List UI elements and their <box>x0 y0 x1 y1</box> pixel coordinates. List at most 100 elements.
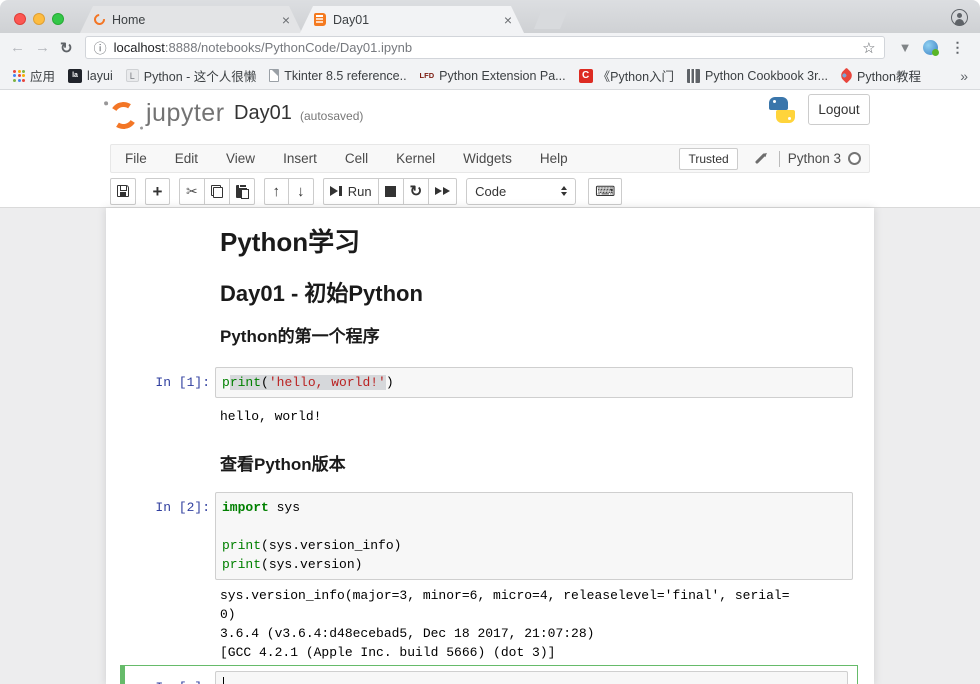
output-text: sys.version_info(major=3, minor=6, micro… <box>220 586 874 605</box>
save-icon <box>117 185 129 197</box>
command-palette-button[interactable]: ⌨ <box>588 178 622 205</box>
markdown-heading4[interactable]: 查看Python版本 <box>220 454 874 476</box>
bookmark-cookbook[interactable]: Python Cookbook 3r... <box>687 69 828 83</box>
jupyter-header: jupyter Day01 (autosaved) Logout <box>0 90 980 143</box>
code-cell-1[interactable]: In [1]: print('hello, world!') <box>106 367 874 398</box>
bookmark-label: Tkinter 8.5 reference.. <box>284 69 406 83</box>
apps-grid-icon <box>13 70 25 82</box>
jupyter-logo-icon[interactable] <box>107 99 139 131</box>
code-token: ) <box>386 375 394 390</box>
arrow-up-icon: ↑ <box>272 183 280 200</box>
tab-day01[interactable]: Day01 × <box>300 6 524 33</box>
close-tab-icon[interactable]: × <box>280 12 292 28</box>
add-cell-button[interactable]: + <box>145 178 170 205</box>
menu-insert[interactable]: Insert <box>269 151 331 166</box>
menu-cell[interactable]: Cell <box>331 151 382 166</box>
input-prompt: In [ ]: <box>125 671 215 684</box>
input-prompt: In [2]: <box>106 492 215 517</box>
move-cell-down-button[interactable]: ↓ <box>289 178 314 205</box>
markdown-heading3[interactable]: Python的第一个程序 <box>220 326 874 348</box>
extension-globe-icon[interactable] <box>923 40 938 55</box>
code-token: sys <box>269 500 300 515</box>
zoom-window-button[interactable] <box>52 13 64 25</box>
cookbook-icon <box>687 69 700 83</box>
step-forward-icon <box>330 186 338 196</box>
url-host: localhost <box>114 40 165 55</box>
code-input-area[interactable]: print('hello, world!') <box>215 367 853 398</box>
code-cell-3-selected[interactable]: In [ ]: <box>120 665 858 684</box>
code-token: (sys.version) <box>261 557 362 572</box>
fast-forward-icon <box>435 187 450 195</box>
bookmark-star-icon[interactable]: ☆ <box>862 39 875 57</box>
bookmark-python-lazy[interactable]: L Python - 这个人很懒 <box>126 66 257 85</box>
tab-home-title: Home <box>112 13 280 27</box>
minimize-window-button[interactable] <box>33 13 45 25</box>
bookmark-python-tutorial[interactable]: Python教程 <box>841 66 921 85</box>
markdown-heading1[interactable]: Python学习 <box>220 225 874 259</box>
run-cell-button[interactable]: Run <box>323 178 379 205</box>
bookmark-extension[interactable]: LFD Python Extension Pa... <box>420 69 566 83</box>
save-button[interactable] <box>110 178 136 205</box>
bookmark-tkinter[interactable]: Tkinter 8.5 reference.. <box>269 69 406 83</box>
notebook-container: Python学习 Day01 - 初始Python Python的第一个程序 I… <box>0 207 980 684</box>
page-icon <box>269 69 279 82</box>
bookmark-label: 应用 <box>30 66 55 85</box>
reload-icon[interactable]: ↻ <box>60 39 73 57</box>
trusted-button[interactable]: Trusted <box>679 148 737 170</box>
code-token-selected: rint <box>230 375 261 390</box>
bookmark-python-intro[interactable]: C 《Python入门 <box>579 66 674 85</box>
menu-view[interactable]: View <box>212 151 269 166</box>
lfd-icon: LFD <box>420 71 435 80</box>
move-cell-up-button[interactable]: ↑ <box>264 178 289 205</box>
browser-window: Home × Day01 × ← → ↻ ⓘ localhost :8888/n… <box>0 0 980 684</box>
cell-type-select[interactable]: Code <box>466 178 576 205</box>
close-tab-icon[interactable]: × <box>502 12 514 28</box>
notebook-menubar: File Edit View Insert Cell Kernel Widget… <box>110 144 870 173</box>
restart-kernel-button[interactable]: ↻ <box>404 178 430 205</box>
bookmark-label: Python教程 <box>857 66 921 85</box>
copy-cell-button[interactable] <box>205 178 230 205</box>
layui-icon: la <box>68 69 82 83</box>
tab-home[interactable]: Home × <box>80 6 302 33</box>
restart-run-all-button[interactable] <box>429 178 457 205</box>
close-window-button[interactable] <box>14 13 26 25</box>
forward-icon[interactable]: → <box>35 39 50 56</box>
bookmark-label: 《Python入门 <box>598 66 674 85</box>
code-keyword: import <box>222 500 269 515</box>
bookmark-label: Python Cookbook 3r... <box>705 69 828 83</box>
url-bar[interactable]: ⓘ localhost :8888/notebooks/PythonCode/D… <box>85 36 885 59</box>
markdown-heading2[interactable]: Day01 - 初始Python <box>220 280 874 308</box>
notebook-favicon <box>314 13 326 26</box>
jupyter-brand[interactable]: jupyter <box>146 99 225 128</box>
bookmarks-overflow-icon[interactable]: » <box>960 68 968 84</box>
output-text: 0) <box>220 605 874 624</box>
rocket-icon <box>839 68 855 84</box>
bookmark-apps[interactable]: 应用 <box>13 66 55 85</box>
site-info-icon[interactable]: ⓘ <box>94 38 107 57</box>
menu-file[interactable]: File <box>111 151 161 166</box>
keyboard-icon: ⌨ <box>595 183 615 200</box>
code-input-area[interactable] <box>215 671 848 684</box>
csdn-icon: C <box>579 69 593 83</box>
new-tab-button[interactable] <box>534 9 568 29</box>
profile-icon[interactable] <box>951 9 968 26</box>
extension-v-icon[interactable]: ▼ <box>899 40 912 55</box>
chrome-menu-icon[interactable]: ⋮ <box>950 39 964 56</box>
menu-widgets[interactable]: Widgets <box>449 151 526 166</box>
code-cell-2[interactable]: In [2]: import sys print(sys.version_inf… <box>106 492 874 580</box>
text-cursor <box>223 677 224 684</box>
logout-button[interactable]: Logout <box>808 94 870 125</box>
paste-cell-button[interactable] <box>230 178 255 205</box>
code-input-area[interactable]: import sys print(sys.version_info) print… <box>215 492 853 580</box>
notebook-title[interactable]: Day01 <box>234 102 292 125</box>
cut-cell-button[interactable]: ✂ <box>179 178 205 205</box>
tab-day01-title: Day01 <box>333 13 502 27</box>
menu-edit[interactable]: Edit <box>161 151 212 166</box>
menu-help[interactable]: Help <box>526 151 582 166</box>
step-forward-icon <box>339 186 342 196</box>
menu-kernel[interactable]: Kernel <box>382 151 449 166</box>
interrupt-kernel-button[interactable] <box>379 178 404 205</box>
edit-title-pencil-icon[interactable] <box>755 153 766 164</box>
bookmark-layui[interactable]: la layui <box>68 69 113 83</box>
back-icon[interactable]: ← <box>10 39 25 56</box>
